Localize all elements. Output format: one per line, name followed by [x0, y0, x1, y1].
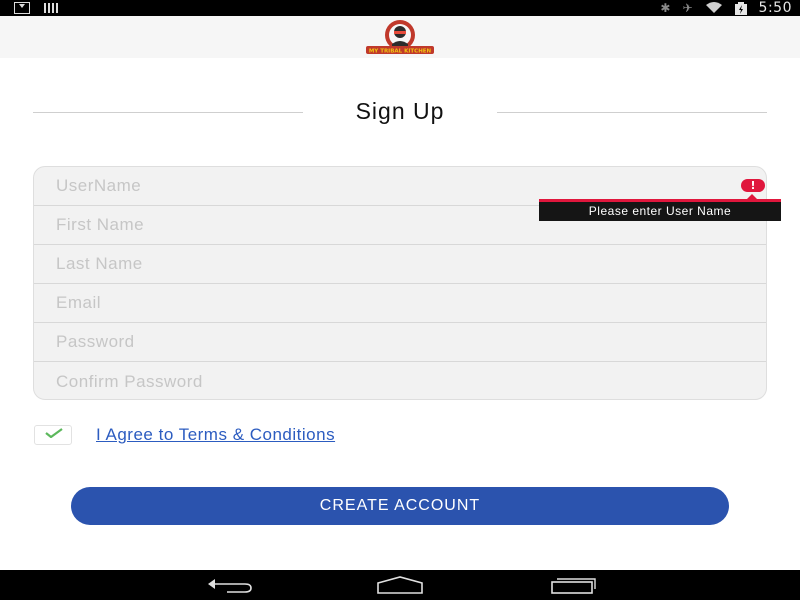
status-left	[14, 1, 58, 15]
app-logo: MY TRIBAL KITCHEN	[366, 20, 434, 55]
page-title: Sign Up	[355, 98, 445, 124]
app-header: MY TRIBAL KITCHEN	[0, 16, 800, 58]
title-divider-left	[33, 112, 303, 113]
create-account-button[interactable]: CREATE ACCOUNT	[71, 487, 729, 525]
password-field	[34, 323, 766, 362]
signal-bars-icon	[44, 3, 58, 13]
password-input[interactable]	[34, 323, 766, 361]
status-bar: ✱ ✈ 5:50	[0, 0, 800, 16]
email-field	[34, 284, 766, 323]
battery-icon	[734, 1, 747, 15]
nav-bar	[0, 570, 800, 600]
last-name-field	[34, 245, 766, 284]
svg-text:MY TRIBAL KITCHEN: MY TRIBAL KITCHEN	[369, 49, 432, 55]
bluetooth-icon: ✱	[660, 1, 671, 15]
back-icon[interactable]	[205, 575, 255, 595]
home-icon[interactable]	[375, 575, 425, 595]
download-icon	[14, 2, 30, 14]
wifi-icon	[705, 2, 722, 13]
error-tooltip: Please enter User Name	[539, 194, 781, 221]
error-icon[interactable]: !	[741, 179, 765, 192]
terms-link[interactable]: I Agree to Terms & Conditions	[96, 425, 335, 445]
title-divider-right	[497, 112, 767, 113]
email-input[interactable]	[34, 284, 766, 322]
recent-apps-icon[interactable]	[548, 575, 598, 595]
last-name-input[interactable]	[34, 245, 766, 283]
checkmark-icon	[45, 428, 63, 438]
confirm-password-field	[34, 362, 766, 399]
confirm-password-input[interactable]	[34, 362, 766, 399]
status-right: ✱ ✈ 5:50	[660, 0, 792, 16]
status-time: 5:50	[758, 0, 792, 16]
vibrate-icon: ✈	[682, 1, 693, 15]
terms-checkbox[interactable]	[34, 425, 72, 445]
